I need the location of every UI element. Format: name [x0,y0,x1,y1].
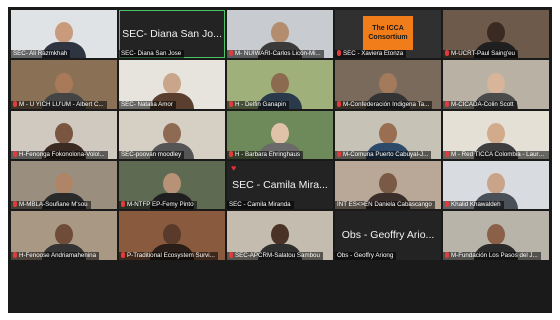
participant-tile[interactable]: M - Red TICCA Colombia - Laura... [443,110,549,159]
participant-tile[interactable]: H - Delfin Ganapin [227,60,333,109]
participant-tile[interactable]: M-MBLA-Soufiane M'sou [11,160,117,210]
participant-name: SEC - Camila Miranda [227,201,294,210]
participant-name: SEC- Diana San Jose [119,50,185,59]
participant-name: M - Red TICCA Colombia - Laura... [443,150,549,159]
muted-mic-icon [229,50,233,57]
muted-mic-icon [121,251,125,258]
muted-mic-icon [445,100,449,107]
participant-tile[interactable]: SEC-poovan moodley [119,110,225,159]
icca-consortium-logo: The ICCA Consortium [363,16,413,50]
participant-name: P-Traditional Ecosystem Survi... [119,251,218,260]
participant-display-name: SEC - Camila Mira... [232,178,328,191]
muted-mic-icon [337,100,341,107]
participant-name: M-NTFP EP-Femy Pinto [119,201,197,210]
participant-tile[interactable]: H - Barbara Ehringhaus [227,110,333,159]
muted-mic-icon [337,150,341,157]
participant-tile[interactable]: SEC- Natalia Amor [119,60,225,109]
participant-display-name: SEC- Diana San Jo... [122,28,222,40]
participant-name: H - Delfin Ganapin [227,100,289,109]
muted-mic-icon [229,150,233,157]
participant-name: H - Barbara Ehringhaus [227,150,304,159]
participant-grid: SEC- Ali Razmkhah SEC- Diana San Jo... S… [11,10,549,310]
participant-name: SEC - Xaviera Etonza [335,50,407,59]
participant-name: H-Fenoose Andriamahenina [11,251,100,260]
participant-tile[interactable]: SEC-APCRM-Salatou Sambou [227,211,333,260]
participant-tile[interactable]: H-Fenonga Fokonolona-Volol... [11,110,117,159]
participant-name: SEC- Ali Razmkhah [11,50,71,59]
muted-mic-icon [337,50,341,57]
heart-reaction-icon: ♥ [231,162,237,173]
muted-mic-icon [13,100,17,107]
participant-tile[interactable]: M- NUIWARI-Carlos Licón-Mi... [227,10,333,59]
muted-mic-icon [121,201,125,208]
participant-tile[interactable]: SEC- Diana San Jo... SEC- Diana San Jose [119,10,225,59]
muted-mic-icon [445,50,449,57]
participant-tile[interactable]: M-UCRT-Paul Saing'eu [443,10,549,59]
participant-tile[interactable]: The ICCA Consortium SEC - Xaviera Etonza [335,10,441,59]
muted-mic-icon [13,201,17,208]
participant-name: SEC-APCRM-Salatou Sambou [227,251,323,260]
participant-name: SEC- Natalia Amor [119,100,176,109]
participant-name: M-UCRT-Paul Saing'eu [443,50,518,59]
muted-mic-icon [445,201,449,208]
participant-tile[interactable]: SEC- Ali Razmkhah [11,10,117,59]
muted-mic-icon [445,150,449,157]
video-conference-gallery: SEC- Ali Razmkhah SEC- Diana San Jo... S… [8,7,552,313]
participant-tile[interactable]: M-Fundación Los Pasos del J... [443,211,549,260]
participant-name: H-Fenonga Fokonolona-Volol... [11,150,108,159]
muted-mic-icon [445,251,449,258]
participant-name: M - U YICH LU'UM - Albert C... [11,100,107,109]
participant-tile[interactable]: M - U YICH LU'UM - Albert C... [11,60,117,109]
muted-mic-icon [229,251,233,258]
participant-name: Obs - Geoffry Ariong [335,251,397,260]
participant-tile[interactable]: INT ES<>EN Daniela Cabascango [335,160,441,210]
muted-mic-icon [13,150,17,157]
participant-name: M- NUIWARI-Carlos Licón-Mi... [227,50,324,59]
participant-name: Khalid Khawaldeh [443,201,504,210]
muted-mic-icon [13,251,17,258]
participant-name: M-Comuna Puerto Cabuyal-J... [335,150,432,159]
participant-tile[interactable]: P-Traditional Ecosystem Survi... [119,211,225,260]
participant-name: M-Confederación Indigena Ta... [335,100,433,109]
participant-name: M-CICADA-Colin Scott [443,100,517,109]
participant-name: M-MBLA-Soufiane M'sou [11,201,91,210]
participant-name: M-Fundación Los Pasos del J... [443,251,541,260]
participant-tile[interactable]: M-Comuna Puerto Cabuyal-J... [335,110,441,159]
participant-tile[interactable]: M-CICADA-Colin Scott [443,60,549,109]
muted-mic-icon [229,100,233,107]
participant-tile[interactable]: H-Fenoose Andriamahenina [11,211,117,260]
participant-display-name: Obs - Geoffry Ario... [341,229,435,242]
participant-tile[interactable]: ♥ SEC - Camila Mira... SEC - Camila Mira… [227,160,333,210]
participant-tile[interactable]: Obs - Geoffry Ario... Obs - Geoffry Ario… [335,211,441,260]
participant-name: INT ES<>EN Daniela Cabascango [335,201,435,210]
participant-tile[interactable]: M-Confederación Indigena Ta... [335,60,441,109]
participant-tile[interactable]: Khalid Khawaldeh [443,160,549,210]
participant-tile[interactable]: M-NTFP EP-Femy Pinto [119,160,225,210]
participant-name: SEC-poovan moodley [119,150,185,159]
